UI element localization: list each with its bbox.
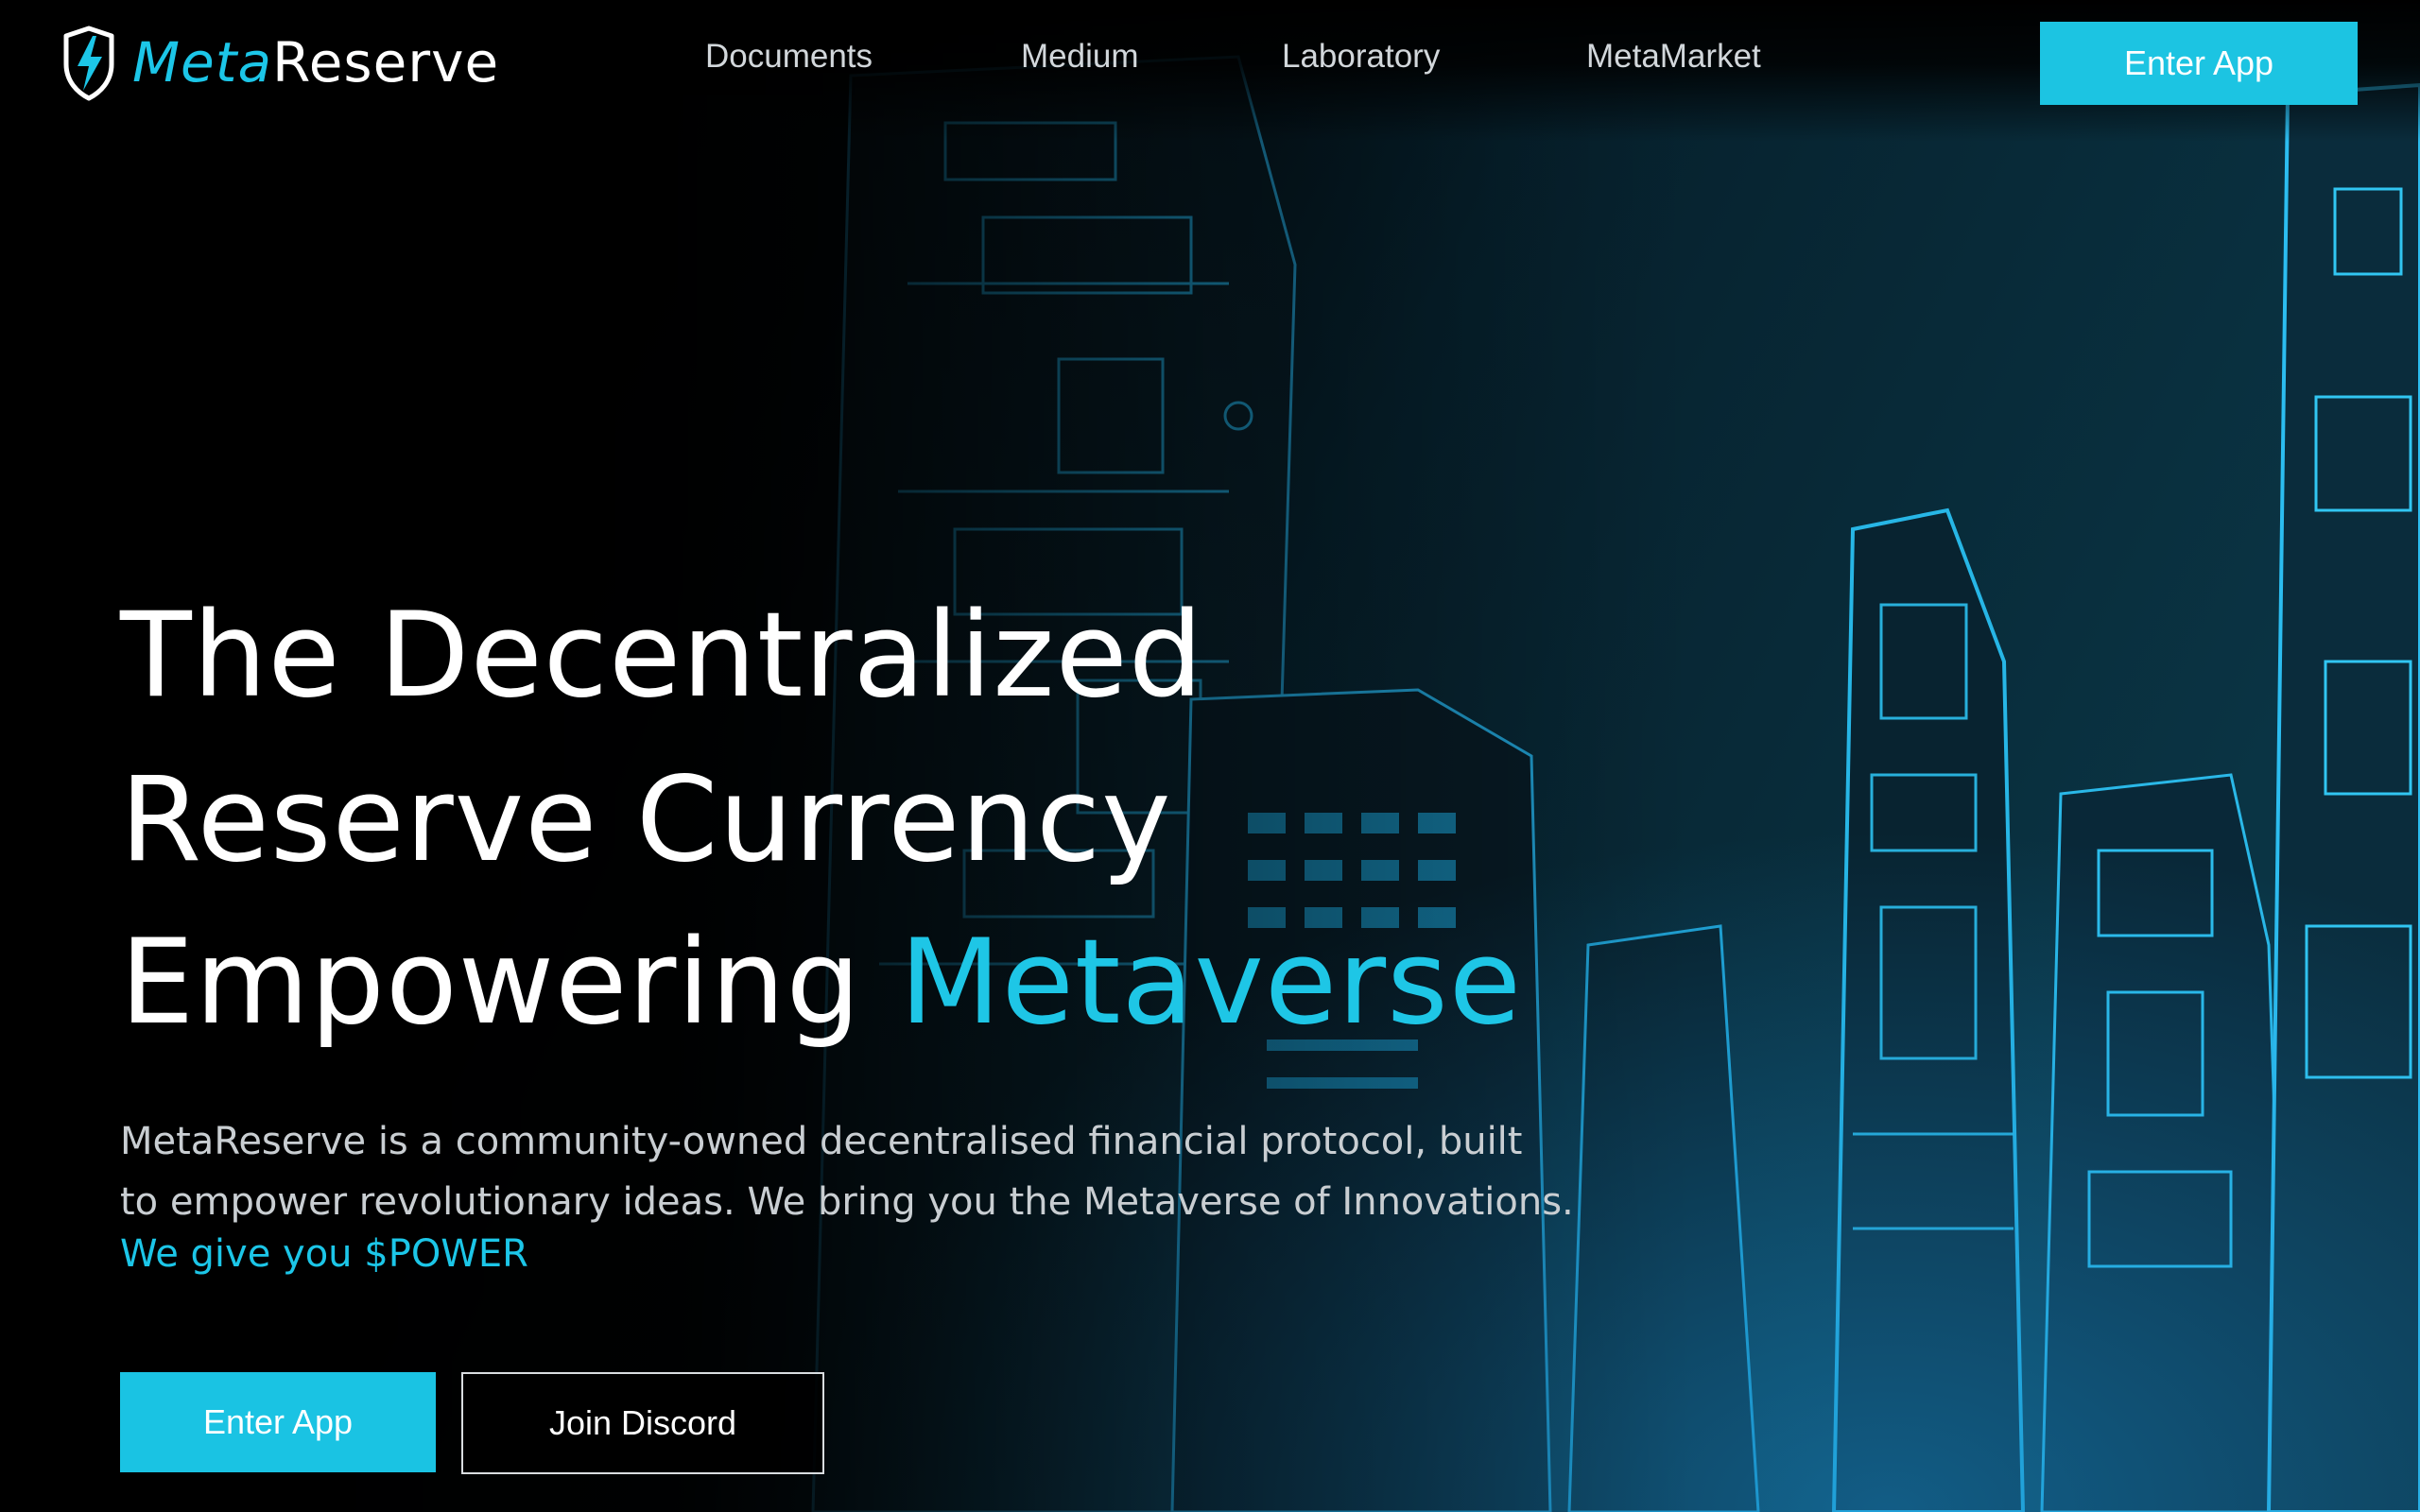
hero-title-prefix: Empowering [120,915,900,1051]
hero-tagline: We give you $POWER [120,1232,528,1276]
hero-enter-app-button[interactable]: Enter App [120,1372,436,1472]
nav-metamarket-link[interactable]: MetaMarket [1586,38,1761,76]
hero-title-line-3: Empowering Metaverse [120,924,1522,1041]
shield-lightning-icon [63,26,114,101]
nav-laboratory-link[interactable]: Laboratory [1282,38,1440,76]
hero-title-line-1: The Decentralized [120,588,1204,724]
brand-name-reserve: Reserve [272,30,500,94]
brand-name-meta: Meta [132,30,273,94]
hero-title-line-2: Reserve Currency [120,752,1172,888]
nav-documents-link[interactable]: Documents [705,38,873,76]
site-header: MetaReserve Documents Medium Laboratory … [0,0,2420,129]
header-enter-app-button[interactable]: Enter App [2040,22,2358,105]
hero-description-line-2: to empower revolutionary ideas. We bring… [120,1180,1574,1224]
join-discord-button[interactable]: Join Discord [461,1372,824,1474]
hero-description: MetaReserve is a community-owned decentr… [120,1111,1727,1232]
nav-medium-link[interactable]: Medium [1021,38,1138,76]
brand-logo[interactable]: MetaReserve [59,23,499,102]
brand-wordmark: MetaReserve [132,35,499,90]
hero-title-accent: Metaverse [899,915,1523,1051]
hero-description-line-1: MetaReserve is a community-owned decentr… [120,1120,1523,1163]
